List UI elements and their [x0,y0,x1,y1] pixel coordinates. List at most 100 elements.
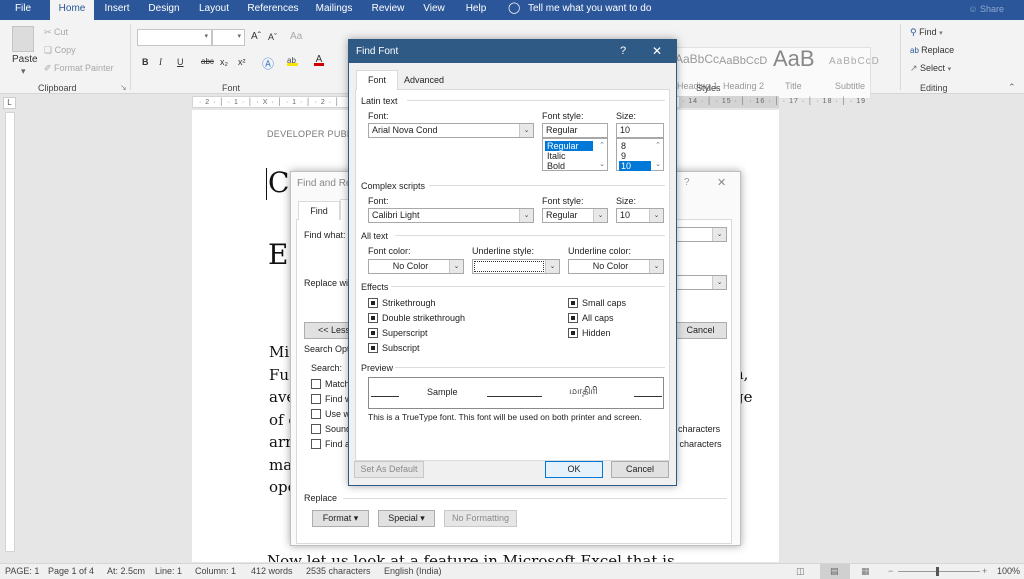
strikethrough-checkbox[interactable] [368,298,378,308]
web-layout-icon[interactable]: ▦ [861,564,870,579]
status-page[interactable]: PAGE: 1 [5,564,39,579]
font-style-list[interactable]: Regular Italic Bold ⌃ ⌄ [542,138,608,171]
underline-button[interactable]: U [177,57,184,67]
underline-color-combo[interactable]: No Color ⌄ [568,259,664,274]
paste-button[interactable]: Paste [12,54,38,65]
double-strikethrough-checkbox[interactable] [368,313,378,323]
zoom-out-button[interactable]: − [888,564,893,579]
strikethrough-button[interactable]: abc [201,57,214,66]
tab-layout[interactable]: Layout [192,0,236,20]
italic-button[interactable]: I [159,57,162,67]
style-heading2[interactable]: Heading 2 [723,81,764,91]
help-button[interactable]: ? [620,45,626,57]
font-style-input[interactable]: Regular [542,123,608,138]
status-page-of[interactable]: Page 1 of 4 [48,564,94,579]
close-icon[interactable]: ✕ [717,176,726,189]
tab-mailings[interactable]: Mailings [308,0,360,20]
status-at[interactable]: At: 2.5cm [107,564,145,579]
vertical-ruler[interactable] [5,112,15,552]
status-words[interactable]: 412 words [251,564,293,579]
replace-with-input[interactable]: ⌄ [671,275,727,290]
size-input[interactable]: 10 [616,123,664,138]
tab-advanced[interactable]: Advanced [399,72,449,89]
collapse-ribbon-icon[interactable]: ⌃ [1008,82,1016,93]
ok-button[interactable]: OK [545,461,603,478]
paste-dropdown-icon[interactable]: ▾ [21,66,26,77]
font-color-icon[interactable]: A [314,55,324,66]
shrink-font-button[interactable]: Aˇ [268,32,277,42]
status-characters[interactable]: 2535 characters [306,564,371,579]
format-painter-button[interactable]: ✐ Format Painter [44,63,114,74]
zoom-in-button[interactable]: + [982,564,987,579]
cs-size-combo[interactable]: 10 ⌄ [616,208,664,223]
subscript-button[interactable]: x₂ [220,57,228,67]
chevron-down-icon[interactable]: ⌄ [545,260,559,273]
tab-design[interactable]: Design [142,0,186,20]
zoom-level[interactable]: 100% [997,564,1020,579]
tab-review[interactable]: Review [366,0,410,20]
tab-selector[interactable]: L [3,97,16,109]
scroll-down-icon[interactable]: ⌄ [655,160,661,168]
font-name-combo[interactable]: ▾ [137,29,212,46]
chevron-down-icon[interactable]: ⌄ [649,260,663,273]
tab-font[interactable]: Font [356,70,398,90]
chevron-down-icon[interactable]: ⌄ [712,228,726,241]
wildcards-checkbox[interactable] [311,409,321,419]
font-style-option[interactable]: Regular [545,141,593,151]
font-style-option[interactable]: Bold [545,161,565,171]
tab-find[interactable]: Find [298,201,340,220]
select-button[interactable]: ↗ Select ▾ [910,63,951,74]
change-case-button[interactable]: Aa [290,31,302,42]
size-option[interactable]: 10 [619,161,651,171]
zoom-slider-thumb[interactable] [936,567,939,576]
tab-help[interactable]: Help [458,0,494,20]
chevron-down-icon[interactable]: ⌄ [519,124,533,137]
latin-font-combo[interactable]: Arial Nova Cond ⌄ [368,123,534,138]
all-caps-checkbox[interactable] [568,313,578,323]
zoom-slider-track[interactable] [898,571,980,572]
grow-font-button[interactable]: Aˆ [251,31,261,42]
underline-style-combo[interactable]: ⌄ [472,259,560,274]
clipboard-launcher-icon[interactable]: ↘ [120,83,127,92]
highlight-color-icon[interactable]: ab [287,56,298,66]
tab-references[interactable]: References [244,0,302,20]
cancel-button[interactable]: Cancel [611,461,669,478]
tab-file[interactable]: File [4,0,42,20]
status-column[interactable]: Column: 1 [195,564,236,579]
font-size-combo[interactable]: ▾ [212,29,245,46]
superscript-button[interactable]: x² [238,57,246,67]
size-option[interactable]: 8 [619,141,626,151]
word-forms-checkbox[interactable] [311,439,321,449]
share-button[interactable]: ☺ Share [968,0,1004,18]
whole-words-checkbox[interactable] [311,394,321,404]
cancel-button[interactable]: Cancel [674,322,727,339]
tell-me-search[interactable]: Tell me what you want to do [528,0,651,20]
scroll-up-icon[interactable]: ⌃ [599,141,605,149]
size-option[interactable]: 9 [619,151,626,161]
replace-button[interactable]: ab Replace [910,45,954,55]
scroll-up-icon[interactable]: ⌃ [655,141,661,149]
help-button[interactable]: ? [684,177,690,188]
find-button[interactable]: ⚲ Find ▾ [910,27,943,38]
chevron-down-icon[interactable]: ⌄ [712,276,726,289]
font-style-option[interactable]: Italic [545,151,566,161]
cs-font-combo[interactable]: Calibri Light ⌄ [368,208,534,223]
cs-font-style-combo[interactable]: Regular ⌄ [542,208,608,223]
superscript-checkbox[interactable] [368,328,378,338]
copy-button[interactable]: ❏ Copy [44,45,76,56]
format-button[interactable]: Format ▾ [312,510,369,527]
no-formatting-button[interactable]: No Formatting [444,510,517,527]
font-color-combo[interactable]: No Color ⌄ [368,259,464,274]
small-caps-checkbox[interactable] [568,298,578,308]
chevron-down-icon[interactable]: ⌄ [649,209,663,222]
tab-view[interactable]: View [416,0,452,20]
style-subtitle[interactable]: Subtitle [835,81,865,91]
text-effects-icon[interactable]: Ⓐ [262,55,274,72]
cut-button[interactable]: ✂ Cut [44,27,68,38]
status-language[interactable]: English (India) [384,564,442,579]
scroll-down-icon[interactable]: ⌄ [599,160,605,168]
special-button[interactable]: Special ▾ [378,510,435,527]
subscript-checkbox[interactable] [368,343,378,353]
find-what-input[interactable]: ⌄ [671,227,727,242]
hidden-checkbox[interactable] [568,328,578,338]
